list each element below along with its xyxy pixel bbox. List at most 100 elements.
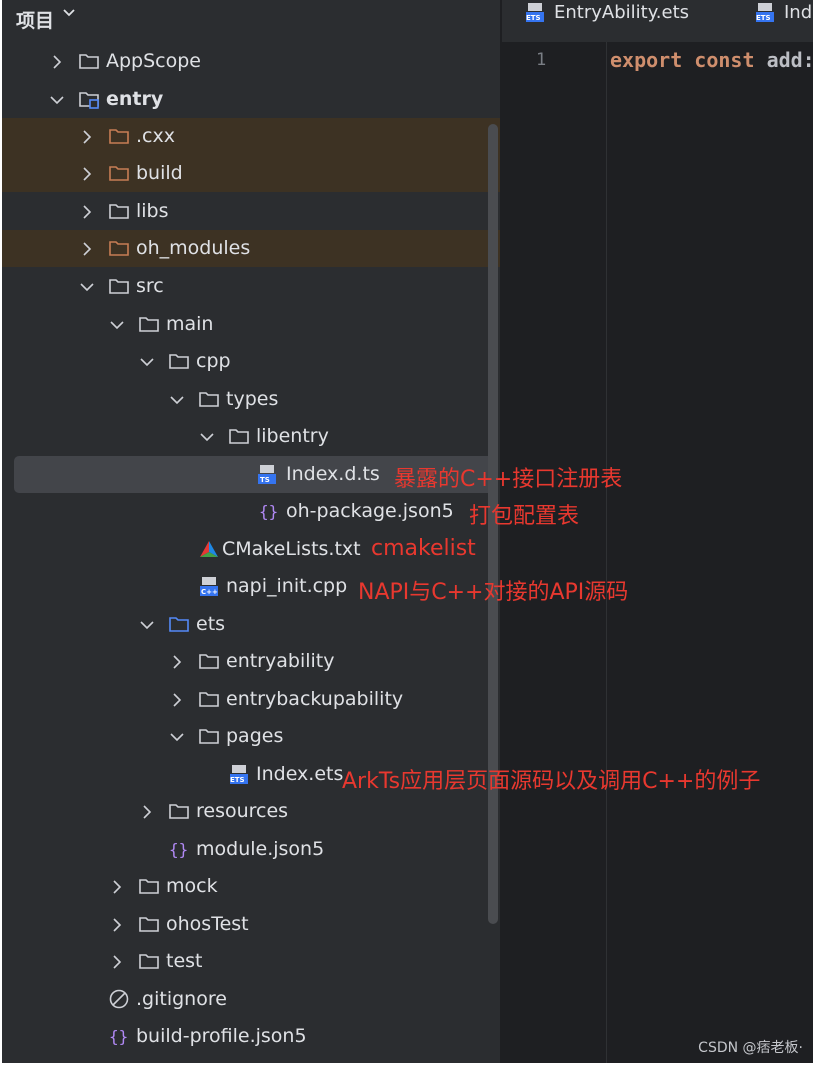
chevron-right-icon[interactable] [80, 129, 94, 144]
editor-tab-bar: ETS EntryAbility.ets ETS Ind [502, 0, 813, 43]
annotation-index-d-ts: 暴露的C++接口注册表 [394, 467, 623, 492]
tree-item-label: test [166, 950, 203, 972]
annotation-cmakelist: cmakelist [371, 536, 476, 561]
chevron-down-icon[interactable] [170, 392, 184, 406]
chevron-right-icon[interactable] [110, 917, 124, 932]
tree-item-build[interactable]: build [2, 155, 500, 192]
tree-item-appscope[interactable]: AppScope [2, 43, 500, 80]
tree-item-module-json5[interactable]: {} module.json5 [2, 831, 500, 868]
project-header[interactable]: 项目 [2, 0, 500, 42]
code-editor[interactable]: ETS EntryAbility.ets ETS Ind 1 export co… [502, 0, 813, 1063]
chevron-down-icon[interactable] [62, 1, 76, 25]
tree-item-resources[interactable]: resources [2, 793, 500, 830]
cpp-file-icon: C++ [198, 575, 220, 597]
tree-item-label: Index.ets [256, 763, 344, 785]
tree-item-oh-package[interactable]: {} oh-package.json5 [2, 493, 500, 530]
tree-item-types[interactable]: types [2, 381, 500, 418]
chevron-down-icon[interactable] [140, 617, 154, 631]
tree-item-label: resources [196, 800, 289, 822]
tree-item-main[interactable]: main [2, 306, 500, 343]
tree-item-oh-modules[interactable]: oh_modules [2, 230, 500, 267]
source-folder-icon [168, 613, 190, 635]
tree-item-label: .cxx [136, 125, 175, 147]
module-folder-icon [78, 88, 100, 110]
svg-text:C++: C++ [201, 588, 218, 596]
tree-item-label: entry [106, 88, 164, 110]
gutter-divider [606, 42, 607, 1063]
tree-item-gitignore[interactable]: .gitignore [2, 981, 500, 1018]
tree-item-label: cpp [196, 350, 231, 372]
chevron-down-icon[interactable] [50, 92, 64, 106]
svg-text:ETS: ETS [526, 14, 541, 22]
ide-window: 项目 AppScope entry .cxx build libs oh_mod… [2, 0, 813, 1063]
tree-item-label: pages [226, 725, 284, 747]
tree-item-build-profile[interactable]: {} build-profile.json5 [2, 1018, 500, 1055]
tree-item-label: src [136, 275, 164, 297]
code-keyword: export [610, 48, 683, 72]
tree-item-entry[interactable]: entry [2, 81, 500, 118]
excluded-folder-icon [108, 125, 130, 147]
tree-item-pages[interactable]: pages [2, 718, 500, 755]
tree-item-cxx[interactable]: .cxx [2, 118, 500, 155]
folder-icon [168, 800, 190, 822]
folder-icon [78, 50, 100, 72]
tree-item-label: build-profile.json5 [136, 1025, 307, 1047]
svg-text:ETS: ETS [230, 776, 245, 784]
folder-icon [108, 200, 130, 222]
tab-label: EntryAbility.ets [554, 1, 690, 23]
tree-item-label: entryability [226, 650, 335, 672]
ts-file-icon: TS [256, 463, 278, 485]
annotation-oh-package: 打包配置表 [469, 504, 580, 529]
folder-icon [138, 950, 160, 972]
chevron-right-icon[interactable] [170, 692, 184, 707]
ets-file-icon: ETS [756, 3, 774, 22]
tree-item-test[interactable]: test [2, 943, 500, 980]
svg-text:{}: {} [169, 840, 188, 859]
chevron-down-icon[interactable] [110, 317, 124, 331]
tree-item-mock[interactable]: mock [2, 868, 500, 905]
folder-icon [198, 650, 220, 672]
tree-item-libentry[interactable]: libentry [2, 418, 500, 455]
tree-item-label: napi_init.cpp [226, 575, 348, 597]
code-line-1[interactable]: export const add: [610, 48, 813, 72]
tree-item-cpp[interactable]: cpp [2, 343, 500, 380]
chevron-down-icon[interactable] [140, 354, 154, 368]
tree-item-src[interactable]: src [2, 268, 500, 305]
tree-item-label: oh_modules [136, 237, 251, 259]
tree-item-label: ohosTest [166, 913, 249, 935]
chevron-down-icon[interactable] [80, 279, 94, 293]
chevron-right-icon[interactable] [50, 54, 64, 69]
tree-item-ets[interactable]: ets [2, 606, 500, 643]
tree-item-label: .gitignore [136, 988, 227, 1010]
chevron-down-icon[interactable] [200, 429, 214, 443]
svg-text:TS: TS [260, 476, 270, 484]
tree-item-label: ets [196, 613, 226, 635]
tab-index[interactable]: ETS Ind [754, 0, 812, 24]
folder-icon [198, 688, 220, 710]
svg-text:{}: {} [259, 502, 278, 521]
tree-item-label: module.json5 [196, 838, 325, 860]
tree-item-label: types [226, 388, 279, 410]
tree-item-ohostest[interactable]: ohosTest [2, 906, 500, 943]
chevron-right-icon[interactable] [80, 166, 94, 181]
chevron-right-icon[interactable] [170, 654, 184, 669]
chevron-down-icon[interactable] [170, 729, 184, 743]
chevron-right-icon[interactable] [80, 204, 94, 219]
project-title: 项目 [16, 10, 55, 32]
tree-item-label: build [136, 162, 183, 184]
cmake-icon [198, 538, 220, 560]
chevron-right-icon[interactable] [110, 954, 124, 969]
chevron-right-icon[interactable] [140, 804, 154, 819]
chevron-right-icon[interactable] [110, 879, 124, 894]
tree-item-libs[interactable]: libs [2, 193, 500, 230]
folder-icon [108, 275, 130, 297]
tab-entryability[interactable]: ETS EntryAbility.ets [524, 0, 689, 24]
ets-file-icon: ETS [228, 763, 250, 785]
tree-item-entrybackupability[interactable]: entrybackupability [2, 681, 500, 718]
chevron-right-icon[interactable] [80, 241, 94, 256]
tree-item-label: main [166, 313, 214, 335]
tree-item-entryability[interactable]: entryability [2, 643, 500, 680]
tree-item-label: entrybackupability [226, 688, 404, 710]
folder-icon [198, 388, 220, 410]
annotation-napi-init: NAPI与C++对接的API源码 [358, 580, 629, 605]
